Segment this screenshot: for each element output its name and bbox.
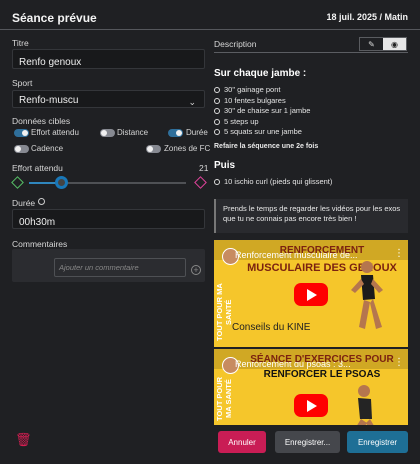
exercise-list-2: 10 ischio curl (pieds qui glissent) — [214, 177, 408, 188]
chevron-down-icon: ⌄ — [188, 97, 196, 107]
description-note: Prends le temps de regarder les vidéos p… — [214, 199, 408, 233]
video-subtitle: Conseils du KINE — [232, 322, 311, 333]
eye-icon[interactable]: ◉ — [383, 38, 406, 50]
exercise-item: 30" de chaise sur 1 jambe — [214, 106, 408, 117]
duration-toggle[interactable] — [168, 129, 183, 137]
cadence-toggle[interactable] — [14, 145, 29, 153]
comments-label: Commentaires — [12, 239, 68, 249]
video-side-text: TOUT POUR MA SANTÉ — [215, 283, 233, 341]
duration-input[interactable]: 00h30m — [12, 209, 205, 229]
video-overlay-top: SÉANCE D'EXERCICES POUR — [250, 354, 394, 365]
effort-value: 21 — [199, 163, 209, 173]
info-icon[interactable] — [38, 198, 45, 205]
description-heading-2: Puis — [214, 159, 236, 171]
athlete-image — [357, 385, 374, 425]
video-card-1[interactable]: Renforcement musculaire de... ⋮ TOUT POU… — [214, 240, 408, 347]
exercise-list-1: 30" gainage pont 10 fentes bulgares 30" … — [214, 85, 408, 138]
low-effort-icon — [11, 176, 24, 189]
athlete-image — [351, 261, 383, 329]
targets-label: Données cibles — [12, 116, 71, 126]
header: Séance prévue 18 juil. 2025 / Matin — [0, 0, 420, 30]
title-input[interactable]: Renfo genoux — [12, 49, 205, 69]
description-mode-tabs: ✎ ◉ — [359, 37, 407, 51]
video-overlay-top: RENFORCEMENT — [279, 245, 365, 256]
effort-toggle[interactable] — [14, 129, 29, 137]
video-card-2[interactable]: Renforcement du psoas : 3... ⋮ TOUT POUR… — [214, 349, 408, 425]
add-comment-icon[interactable]: + — [191, 265, 201, 275]
title-label: Titre — [12, 38, 29, 48]
duration-label: Durée — [12, 198, 36, 208]
description-content: Sur chaque jambe : 30" gainage pont 10 f… — [214, 68, 408, 187]
comment-input[interactable]: Ajouter un commentaire — [54, 258, 186, 277]
hr-zones-toggle[interactable] — [146, 145, 161, 153]
exercise-item: 10 ischio curl (pieds qui glissent) — [214, 177, 408, 188]
exercise-item: 30" gainage pont — [214, 85, 408, 96]
effort-slider-thumb[interactable] — [55, 176, 68, 189]
save-more-button[interactable]: Enregistrer... — [275, 431, 340, 453]
sport-select[interactable]: Renfo-muscu ⌄ — [12, 90, 205, 108]
session-date: 18 juil. 2025 / Matin — [326, 12, 408, 22]
page-title: Séance prévue — [12, 11, 97, 25]
exercise-item: 10 fentes bulgares — [214, 96, 408, 107]
pencil-icon[interactable]: ✎ — [360, 38, 383, 50]
duration-toggle-label: Durée — [186, 128, 208, 137]
play-icon[interactable] — [294, 283, 328, 306]
effort-label: Effort attendu — [12, 163, 63, 173]
exercise-item: 5 steps up — [214, 117, 408, 128]
play-icon[interactable] — [294, 394, 328, 417]
distance-toggle[interactable] — [100, 129, 115, 137]
description-heading-1: Sur chaque jambe : — [214, 68, 307, 79]
exercise-item: 5 squats sur une jambe — [214, 127, 408, 138]
distance-toggle-label: Distance — [117, 128, 149, 137]
repeat-instruction: Refaire la séquence une 2e fois — [214, 142, 319, 150]
sport-selected-value: Renfo-muscu — [19, 95, 79, 106]
hr-zones-toggle-label: Zones de FC — [164, 144, 211, 153]
high-effort-icon — [194, 176, 207, 189]
cancel-button[interactable]: Annuler — [218, 431, 266, 453]
cadence-toggle-label: Cadence — [31, 144, 64, 153]
sport-label: Sport — [12, 78, 33, 88]
effort-toggle-label: Effort attendu — [31, 128, 79, 137]
save-button[interactable]: Enregistrer — [347, 431, 408, 453]
video-side-text: TOUT POUR MA SANTÉ — [215, 376, 233, 422]
trash-icon[interactable]: 🗑 — [15, 433, 32, 446]
divider — [214, 52, 408, 53]
description-label: Description — [214, 39, 257, 49]
